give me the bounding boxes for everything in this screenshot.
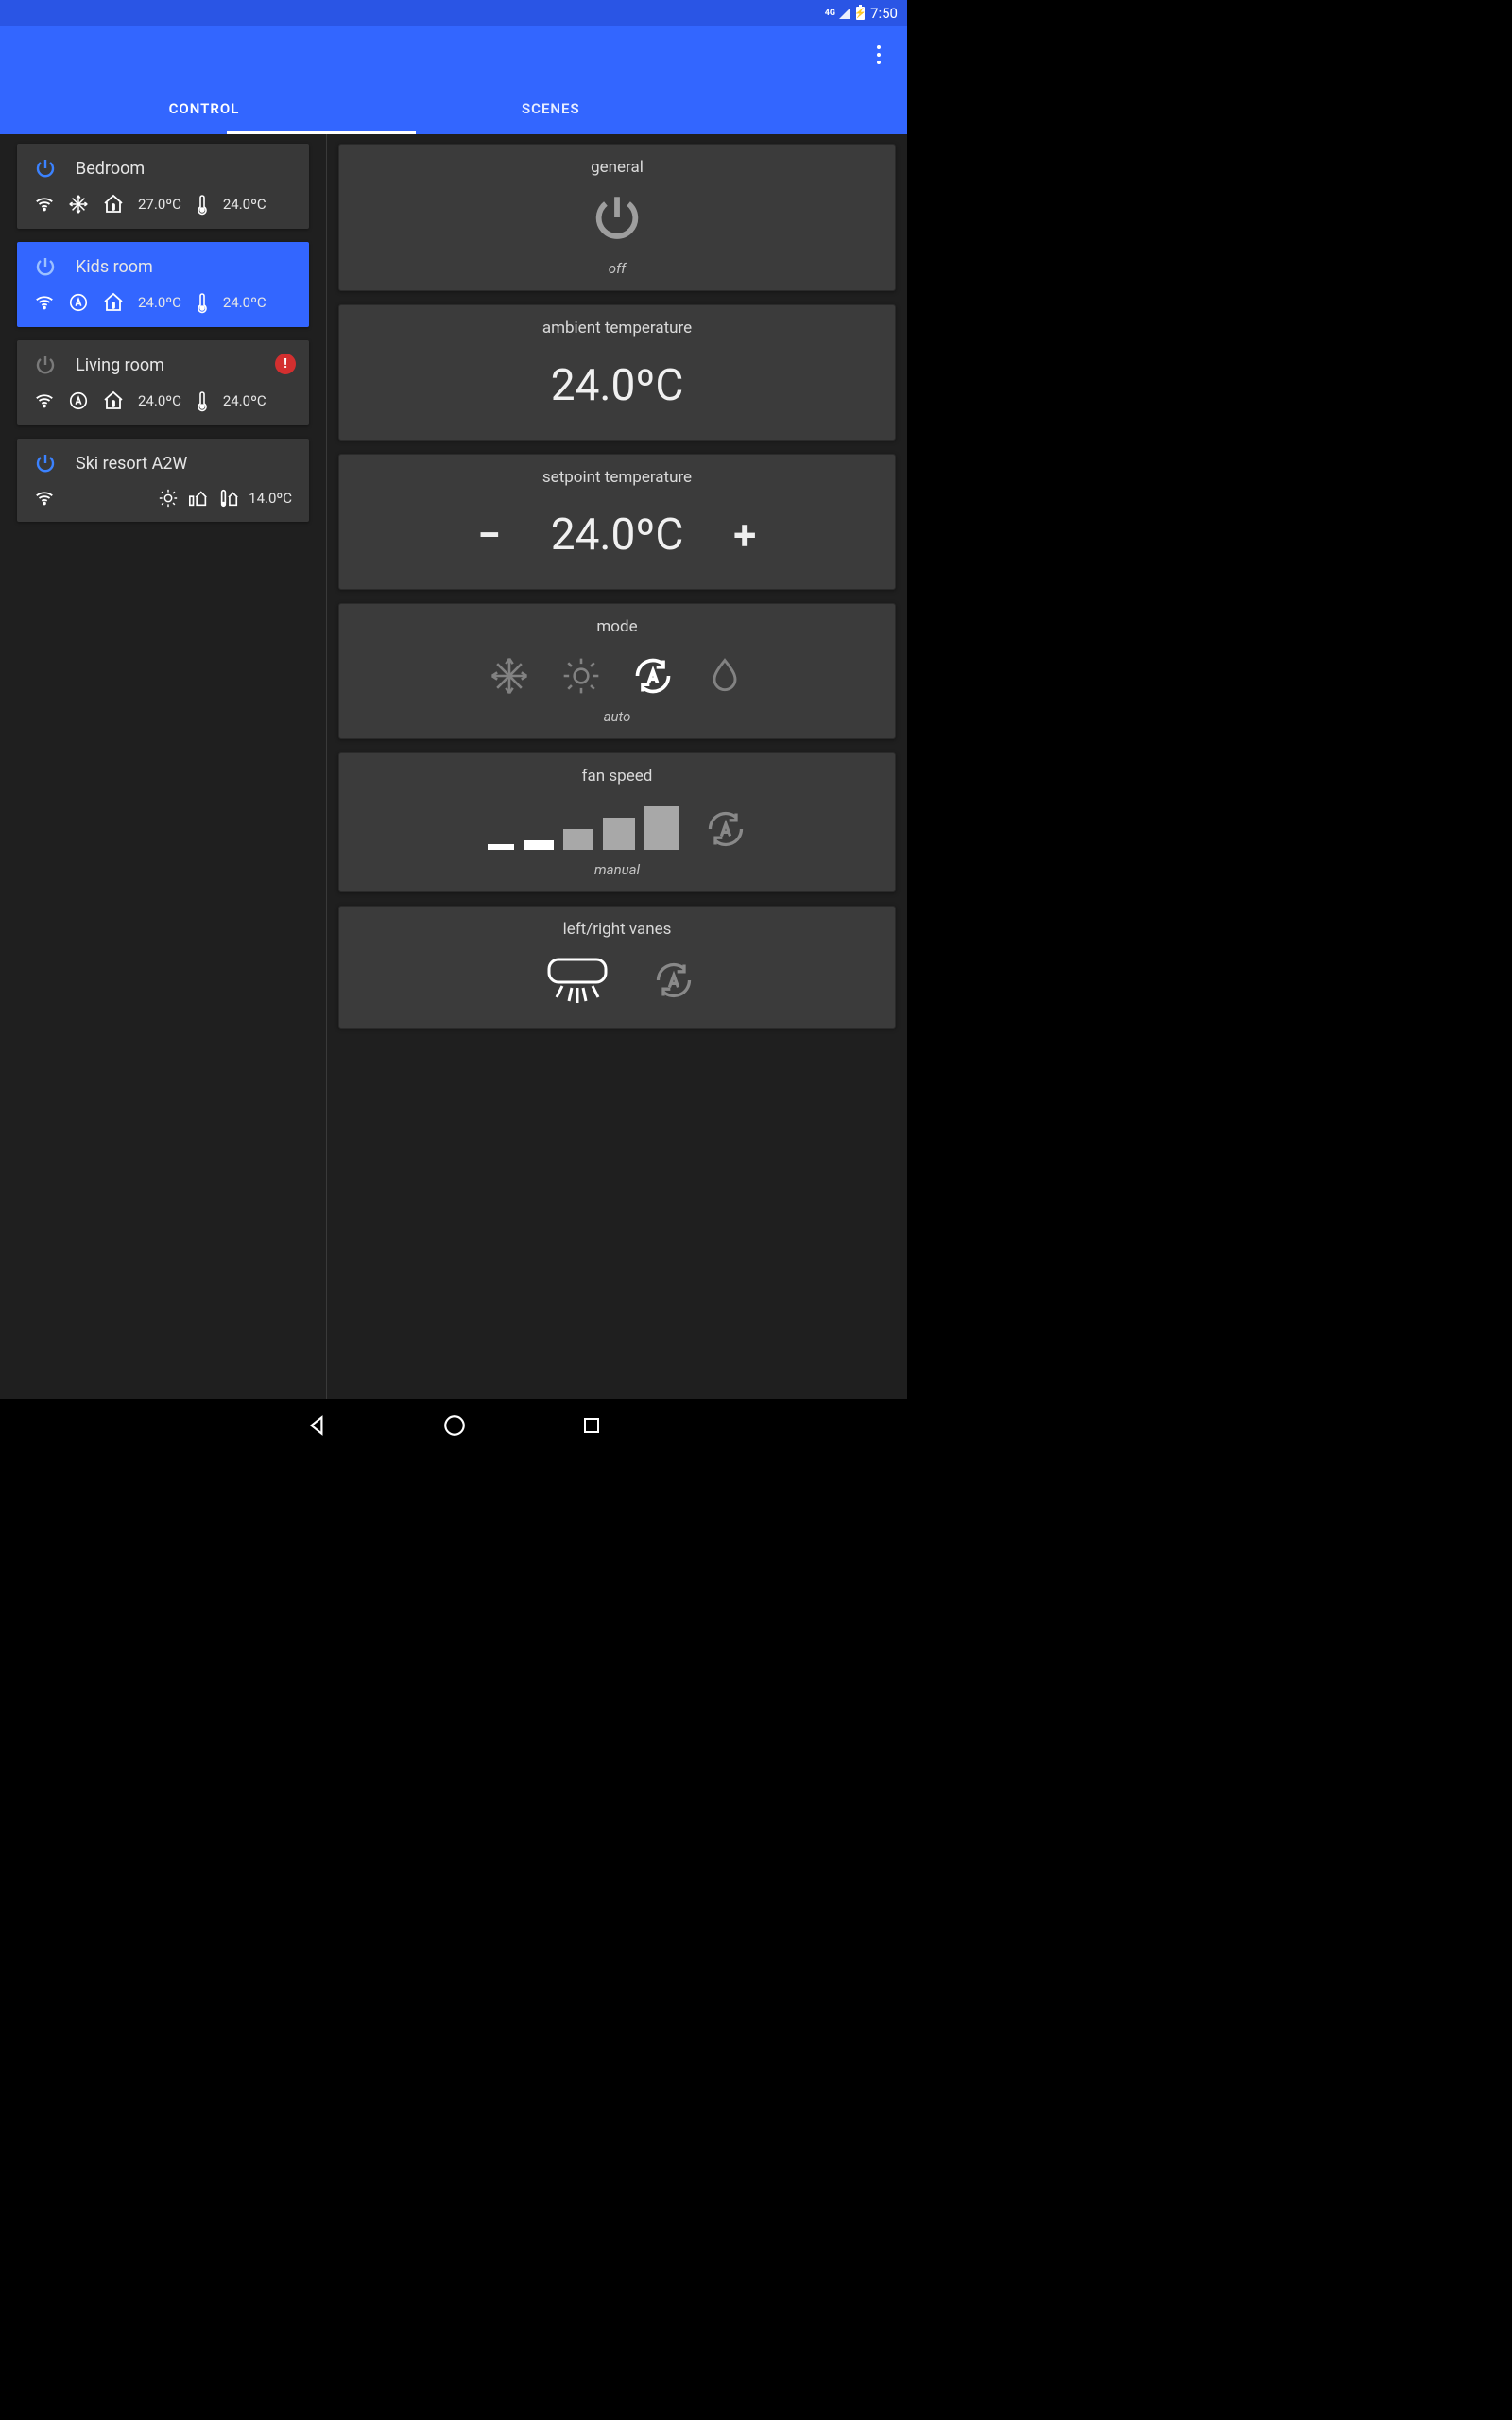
room-ambient: 24.0ºC: [223, 196, 266, 213]
room-ambient: 24.0ºC: [223, 392, 266, 409]
room-name: Ski resort A2W: [76, 454, 187, 474]
card-setpoint: setpoint temperature − 24.0ºC +: [338, 454, 896, 590]
setpoint-decrease-button[interactable]: −: [466, 510, 513, 560]
room-card-bedroom[interactable]: Bedroom 27.0ºC 24.0ºC: [17, 144, 309, 229]
setpoint-increase-button[interactable]: +: [721, 510, 768, 560]
room-name: Kids room: [76, 257, 153, 277]
mode-dry-button[interactable]: [704, 655, 746, 697]
card-title: fan speed: [354, 767, 880, 786]
snowflake-icon: [68, 194, 89, 215]
auto-mode-icon: [68, 292, 89, 313]
thermometer-icon: [195, 291, 210, 314]
power-icon: [34, 354, 57, 376]
mode-state: auto: [354, 708, 880, 725]
android-nav-bar: [0, 1399, 907, 1452]
fan-speed-selector[interactable]: [354, 793, 880, 856]
fan-level-3[interactable]: [563, 829, 593, 850]
wifi-icon: [34, 390, 55, 411]
sun-icon: [158, 488, 179, 509]
house-setpoint-icon: [102, 193, 125, 216]
tab-control[interactable]: CONTROL: [0, 83, 408, 134]
mode-heat-button[interactable]: [560, 655, 602, 697]
android-status-bar: 4G ⚡ 7:50: [0, 0, 907, 26]
power-icon: [34, 255, 57, 278]
battery-icon: ⚡: [856, 7, 865, 20]
tab-scenes[interactable]: SCENES: [408, 83, 907, 134]
card-title: general: [354, 158, 880, 177]
room-setpoint: 27.0ºC: [138, 196, 181, 213]
app-bar: [0, 26, 907, 83]
room-setpoint: 24.0ºC: [138, 294, 181, 311]
power-icon: [34, 157, 57, 180]
room-card-kids-room[interactable]: Kids room 24.0ºC 24.0ºC: [17, 242, 309, 327]
rooms-sidebar: Bedroom 27.0ºC 24.0ºC Kids room: [0, 134, 327, 1399]
tab-control-label: CONTROL: [169, 100, 240, 117]
card-mode: mode auto: [338, 603, 896, 739]
card-ambient: ambient temperature 24.0ºC: [338, 304, 896, 441]
signal-icon: [839, 8, 850, 19]
card-title: left/right vanes: [354, 920, 880, 939]
nav-recent-button[interactable]: [580, 1414, 603, 1437]
house-setpoint-icon: [102, 389, 125, 412]
vanes-direction-button[interactable]: [540, 954, 615, 1007]
card-vanes: left/right vanes: [338, 906, 896, 1028]
card-fan-speed: fan speed manual: [338, 752, 896, 892]
card-title: setpoint temperature: [354, 468, 880, 487]
house-thermo-icon: [218, 488, 239, 509]
network-label: 4G: [825, 9, 835, 18]
house-tank-icon: [188, 488, 209, 509]
vanes-auto-button[interactable]: [653, 959, 695, 1001]
wifi-icon: [34, 194, 55, 215]
room-card-ski-resort[interactable]: Ski resort A2W 14.0ºC: [17, 439, 309, 522]
ambient-value: 24.0ºC: [354, 345, 880, 426]
nav-back-button[interactable]: [304, 1413, 329, 1438]
control-panel: general off ambient temperature 24.0ºC s…: [327, 134, 907, 1399]
fan-level-1[interactable]: [488, 844, 514, 850]
clock: 7:50: [870, 5, 898, 22]
room-ambient: 14.0ºC: [249, 490, 292, 507]
thermometer-icon: [195, 389, 210, 412]
setpoint-value: 24.0ºC: [551, 494, 684, 576]
room-setpoint: 24.0ºC: [138, 392, 181, 409]
auto-mode-icon: [68, 390, 89, 411]
card-title: mode: [354, 617, 880, 636]
tab-bar: CONTROL SCENES: [0, 83, 907, 134]
room-name: Bedroom: [76, 159, 145, 179]
house-setpoint-icon: [102, 291, 125, 314]
power-icon: [34, 452, 57, 475]
fan-level-2[interactable]: [524, 840, 554, 850]
power-toggle-button[interactable]: [590, 190, 644, 245]
mode-auto-button[interactable]: [632, 655, 674, 697]
room-name: Living room: [76, 355, 164, 375]
fan-state: manual: [354, 861, 880, 878]
fan-level-5[interactable]: [644, 806, 679, 850]
fan-auto-button[interactable]: [705, 808, 747, 850]
thermometer-icon: [195, 193, 210, 216]
general-state: off: [354, 260, 880, 277]
nav-home-button[interactable]: [442, 1413, 467, 1438]
card-general: general off: [338, 144, 896, 291]
fan-level-4[interactable]: [603, 818, 635, 850]
room-ambient: 24.0ºC: [223, 294, 266, 311]
room-card-living-room[interactable]: ! Living room 24.0ºC 24.0ºC: [17, 340, 309, 425]
mode-cool-button[interactable]: [489, 655, 530, 697]
wifi-icon: [34, 292, 55, 313]
overflow-menu-button[interactable]: [868, 41, 890, 69]
alert-icon[interactable]: !: [275, 354, 296, 374]
tab-scenes-label: SCENES: [522, 100, 580, 117]
wifi-icon: [34, 488, 55, 509]
card-title: ambient temperature: [354, 319, 880, 337]
